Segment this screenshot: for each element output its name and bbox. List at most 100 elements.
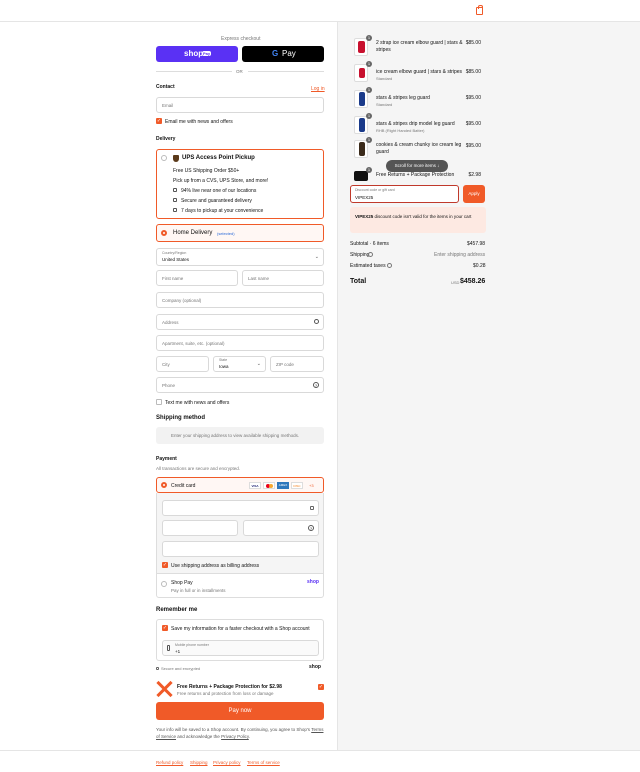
taxes-label: Estimated taxes xyxy=(350,263,386,269)
package-protection-checkbox[interactable]: ✓ xyxy=(318,684,324,690)
express-checkout-label: Express checkout xyxy=(221,36,261,42)
payment-subtitle: All transactions are secure and encrypte… xyxy=(156,466,241,471)
list-item: 1 stars & stripes drip model leg guard R… xyxy=(350,113,486,136)
discover-icon: DISC xyxy=(291,482,303,489)
product-thumbnail xyxy=(354,90,368,108)
remember-me-box: ✓ Save my information for a faster check… xyxy=(156,619,324,661)
discount-error-banner: VIPEX25 discount code isn't valid for th… xyxy=(350,207,486,233)
package-protection-row: Free Returns + Package Protection for $2… xyxy=(156,679,324,701)
ups-radio[interactable] xyxy=(161,155,167,161)
subtotal-label: Subtotal · 6 items xyxy=(350,241,389,247)
address-field[interactable]: Address xyxy=(156,314,324,330)
contact-heading: Contact xyxy=(156,84,175,90)
total-value: $458.26 xyxy=(460,278,486,285)
help-icon[interactable]: ? xyxy=(313,382,319,388)
terms-of-service-link[interactable]: Terms of service xyxy=(247,760,280,765)
amex-icon: AMEX xyxy=(277,482,289,489)
google-g-icon: G xyxy=(272,49,279,58)
subtotal-value: $457.98 xyxy=(467,241,486,247)
product-thumbnail xyxy=(354,64,368,82)
apartment-field[interactable]: Apartment, suite, etc. (optional) xyxy=(156,335,324,351)
shipping-label: Shipping xyxy=(350,252,370,258)
ups-logo-icon xyxy=(173,155,179,162)
credit-card-option[interactable]: Credit card VISA AMEX DISC +3 xyxy=(156,477,324,493)
total-label: Total xyxy=(350,278,367,285)
payment-heading: Payment xyxy=(156,456,177,462)
pay-now-button[interactable]: Pay now xyxy=(156,702,324,720)
delivery-heading: Delivery xyxy=(156,136,176,142)
remember-me-heading: Remember me xyxy=(156,607,198,613)
shipping-method-heading: Shipping method xyxy=(156,415,205,421)
credit-card-radio[interactable] xyxy=(161,482,167,488)
first-name-field[interactable]: First name xyxy=(156,270,238,286)
home-delivery-radio[interactable] xyxy=(161,230,167,236)
email-news-checkbox[interactable]: ✓ xyxy=(156,118,162,124)
phone-icon xyxy=(167,645,170,651)
package-protection-logo-icon xyxy=(156,680,173,698)
expiration-field[interactable] xyxy=(162,520,238,536)
save-info-label: Save my information for a faster checkou… xyxy=(171,626,310,632)
divider xyxy=(156,71,232,72)
shop-pay-button[interactable]: shop Pay xyxy=(156,46,238,62)
help-icon[interactable]: ? xyxy=(308,525,314,531)
store-icon xyxy=(173,188,177,192)
city-field[interactable]: City xyxy=(156,356,209,372)
email-news-label: Email me with news and offers xyxy=(165,119,233,125)
search-icon xyxy=(314,319,319,324)
calendar-icon xyxy=(173,208,177,212)
shipping-value: Enter shipping address xyxy=(434,252,486,258)
google-pay-button[interactable]: G Pay xyxy=(242,46,324,62)
text-news-label: Text me with news and offers xyxy=(165,400,230,406)
shipping-method-notice: Enter your shipping address to view avai… xyxy=(156,427,324,444)
help-icon[interactable] xyxy=(368,252,373,257)
privacy-link[interactable]: Privacy Policy xyxy=(221,734,249,739)
product-thumbnail xyxy=(354,116,368,134)
shop-pay-radio[interactable] xyxy=(161,581,167,587)
list-item: 1 Free Returns + Package Protection $2.9… xyxy=(350,167,486,182)
last-name-field[interactable]: Last name xyxy=(242,270,324,286)
product-thumbnail xyxy=(354,38,368,56)
name-on-card-field[interactable] xyxy=(162,541,319,557)
list-item: 1 cookies & cream chunky ice cream leg g… xyxy=(350,137,486,162)
list-item: 1 stars & stripes leg guard Standard $95… xyxy=(350,87,486,110)
email-field[interactable]: Email xyxy=(156,97,324,113)
card-details-panel: ? ✓ Use shipping address as billing addr… xyxy=(156,493,324,573)
text-news-checkbox[interactable] xyxy=(156,399,162,405)
taxes-value: $0.28 xyxy=(473,263,486,269)
lock-icon xyxy=(173,198,177,202)
zip-field[interactable]: ZIP code xyxy=(270,356,324,372)
state-select[interactable]: State Iowa ⌄ xyxy=(213,356,266,372)
shopping-bag-icon[interactable] xyxy=(476,5,483,15)
discount-field[interactable]: Discount code or gift card VIPEX25 xyxy=(350,185,459,203)
help-icon[interactable] xyxy=(387,263,392,268)
lock-icon xyxy=(310,506,314,510)
privacy-policy-link[interactable]: Privacy policy xyxy=(213,760,241,765)
ups-pickup-option[interactable]: UPS Access Point Pickup Free US Shipping… xyxy=(156,149,324,219)
more-cards-badge: +3 xyxy=(309,483,314,488)
card-number-field[interactable] xyxy=(162,500,319,516)
billing-address-checkbox[interactable]: ✓ xyxy=(162,562,168,568)
footer: Refund policy Shipping Privacy policy Te… xyxy=(0,750,640,772)
currency-label: USD xyxy=(451,280,460,285)
country-select[interactable]: Country/Region United States ⌄ xyxy=(156,248,324,266)
apply-button[interactable]: Apply xyxy=(463,185,485,203)
security-code-field[interactable]: ? xyxy=(243,520,319,536)
login-link[interactable]: Log in xyxy=(311,86,325,92)
shop-pay-option[interactable]: Shop Pay Pay in full or in installments … xyxy=(156,573,324,598)
divider xyxy=(248,71,324,72)
refund-policy-link[interactable]: Refund policy xyxy=(156,760,183,765)
shop-logo: shop xyxy=(309,664,321,670)
company-field[interactable]: Company (optional) xyxy=(156,292,324,308)
product-thumbnail xyxy=(354,171,368,181)
chevron-down-icon: ⌄ xyxy=(256,361,261,367)
home-delivery-option[interactable]: Home Delivery (selected) xyxy=(156,224,324,242)
save-info-checkbox[interactable]: ✓ xyxy=(162,625,168,631)
secure-encrypted-label: Secure and encrypted xyxy=(161,666,201,671)
visa-icon: VISA xyxy=(249,482,261,489)
billing-address-label: Use shipping address as billing address xyxy=(171,563,260,569)
mobile-phone-field[interactable]: Mobile phone number +1 xyxy=(162,640,319,656)
chevron-down-icon: ⌄ xyxy=(314,254,319,260)
order-summary: 1 2 strap ice cream elbow guard | stars … xyxy=(337,22,640,750)
shipping-link[interactable]: Shipping xyxy=(190,760,208,765)
phone-field[interactable]: Phone ? xyxy=(156,377,324,393)
